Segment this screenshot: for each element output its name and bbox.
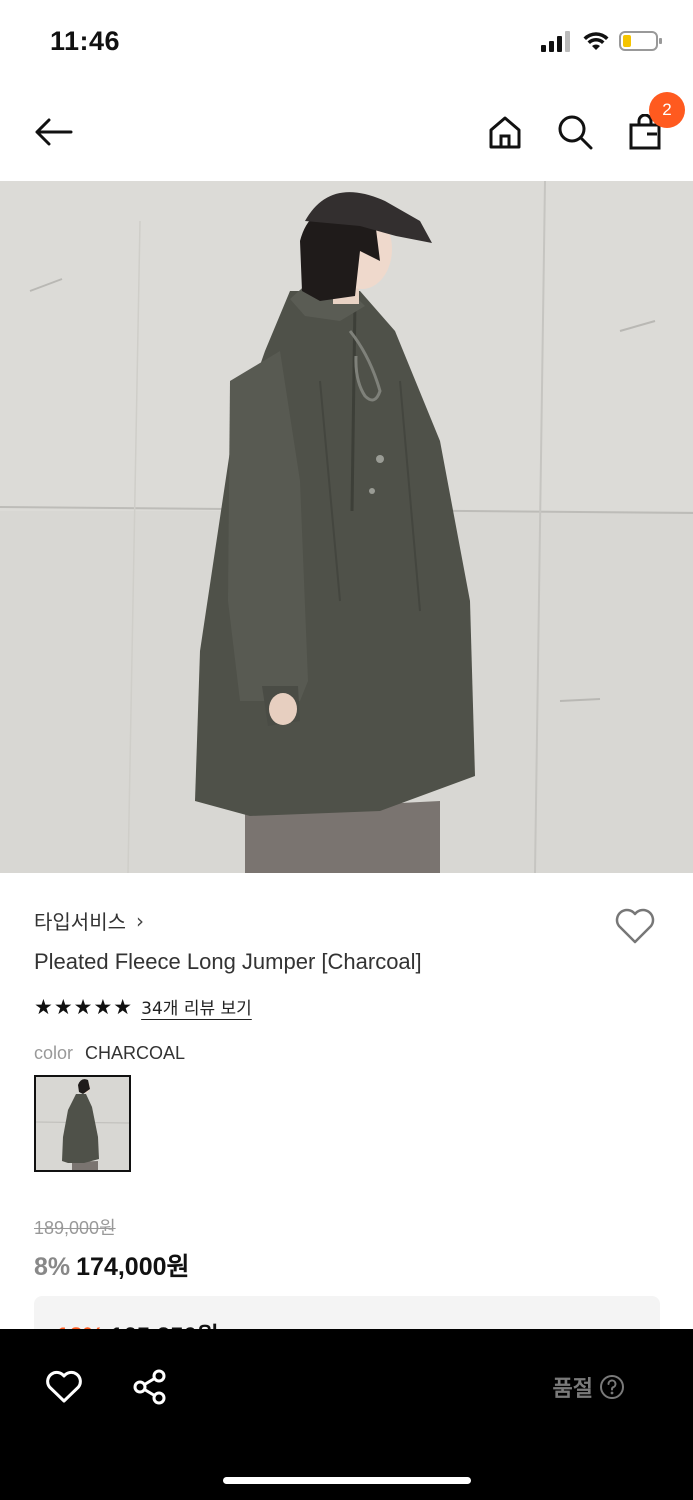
soldout-status: 품절 (553, 1371, 625, 1403)
home-button[interactable] (485, 110, 525, 154)
sale-price: 174,000원 (76, 1253, 190, 1281)
share-button[interactable] (130, 1367, 170, 1407)
arrow-left-icon (35, 118, 73, 146)
product-photo (0, 181, 693, 873)
color-swatch-charcoal[interactable] (34, 1075, 131, 1172)
search-button[interactable] (555, 110, 595, 154)
brand-link[interactable]: 타입서비스 › (34, 906, 144, 935)
home-icon (489, 116, 521, 149)
home-indicator (223, 1477, 471, 1484)
discount-rate: 8% (34, 1253, 71, 1281)
bottom-wishlist-button[interactable] (44, 1369, 84, 1405)
chevron-right-icon: › (136, 908, 144, 933)
help-circle-icon[interactable] (599, 1374, 625, 1400)
wishlist-button[interactable] (613, 906, 657, 946)
review-link[interactable]: 34개 리뷰 보기 (141, 994, 252, 1019)
brand-name: 타입서비스 (34, 910, 126, 934)
color-row: color CHARCOAL (34, 1043, 185, 1064)
heart-icon (46, 1370, 82, 1403)
battery-icon (619, 31, 662, 51)
soldout-label: 품절 (552, 1377, 593, 1402)
original-price: 189,000원 (34, 1218, 116, 1238)
signal-icon (541, 31, 570, 52)
back-button[interactable] (30, 112, 76, 152)
cart-count-badge: 2 (649, 92, 685, 128)
wifi-icon (583, 32, 609, 50)
color-label: color (34, 1043, 74, 1063)
nav-actions: 2 (485, 92, 685, 154)
heart-outline-icon (615, 908, 655, 944)
share-icon (133, 1369, 166, 1405)
top-nav: 2 (0, 84, 693, 180)
star-rating: ★★★★★ (34, 994, 134, 1019)
search-icon (558, 115, 593, 150)
bottom-action-bar: 품절 (0, 1329, 693, 1500)
color-value: CHARCOAL (85, 1043, 186, 1063)
status-icons (541, 30, 663, 52)
product-name: Pleated Fleece Long Jumper [Charcoal] (34, 949, 422, 974)
swatch-photo (36, 1077, 129, 1170)
rating-row: ★★★★★ 34개 리뷰 보기 (34, 994, 252, 1020)
cart-button[interactable]: 2 (625, 92, 685, 154)
product-image[interactable] (0, 181, 693, 873)
status-time: 11:46 (50, 26, 121, 56)
status-bar: 11:46 (0, 0, 693, 84)
price-row: 8% 174,000원 (34, 1247, 190, 1283)
